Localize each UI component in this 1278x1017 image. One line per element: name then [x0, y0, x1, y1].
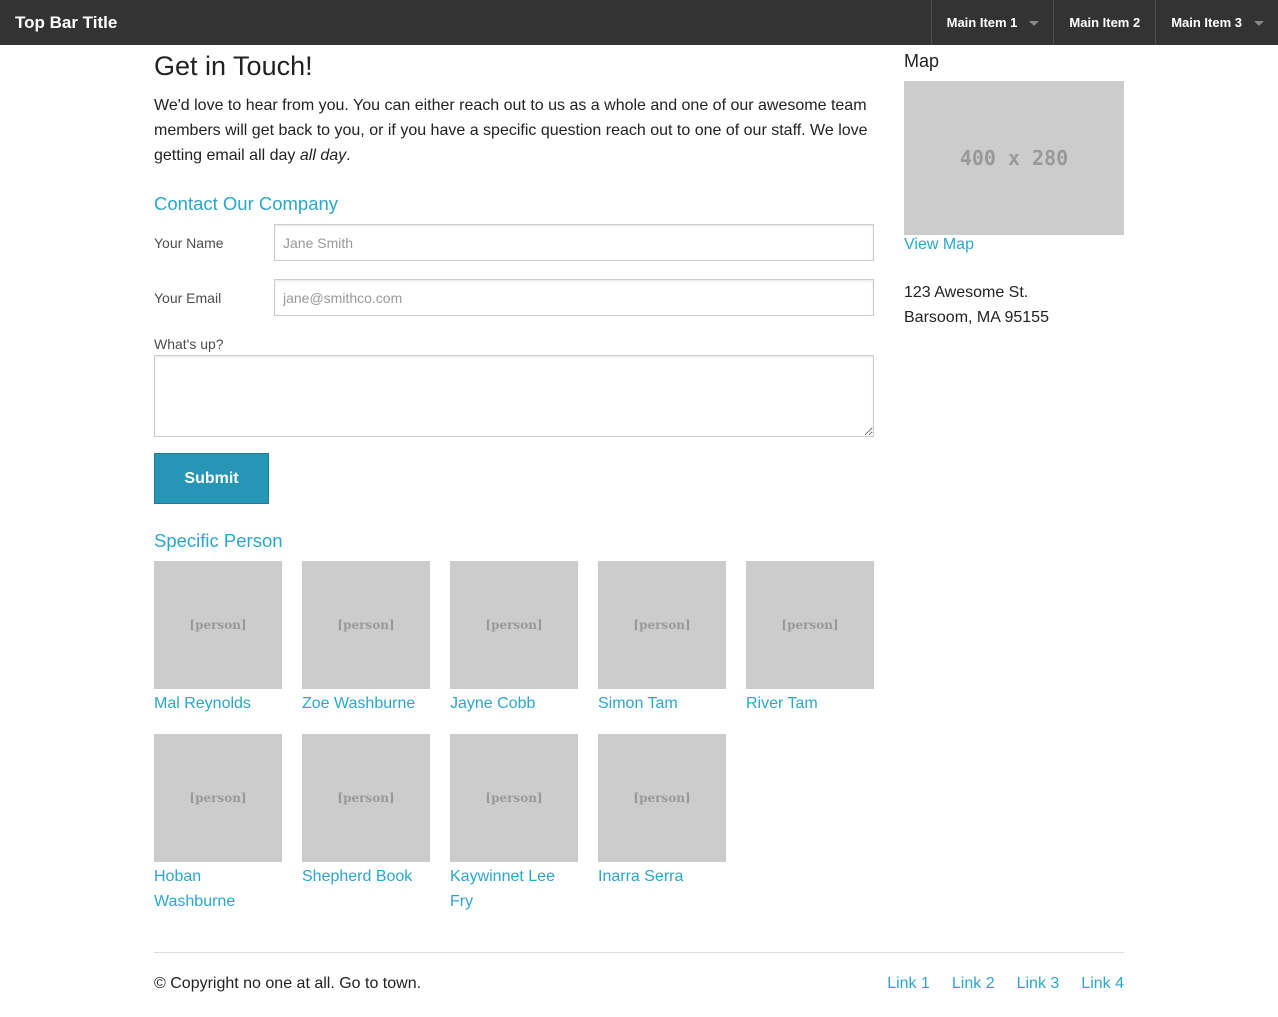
page-title: Get in Touch! [154, 51, 313, 81]
person-photo[interactable]: [person] [154, 734, 282, 862]
person-photo[interactable]: [person] [598, 734, 726, 862]
intro-text: We'd love to hear from you. You can eith… [154, 97, 868, 164]
chevron-down-icon [1254, 21, 1264, 26]
person-photo[interactable]: [person] [450, 561, 578, 689]
view-map-link[interactable]: View Map [904, 236, 974, 254]
footer-link-3[interactable]: Link 3 [1017, 975, 1060, 993]
message-label: What's up? [154, 336, 224, 352]
copyright-text: © Copyright no one at all. Go to town. [154, 975, 422, 992]
address: 123 Awesome St. Barsoom, MA 95155 [904, 280, 1049, 330]
person-link[interactable]: Jayne Cobb [450, 691, 578, 716]
top-bar: Top Bar Title Main Item 1 Main Item 2 Ma… [0, 0, 1278, 45]
person-link[interactable]: Kaywinnet Lee Fry [450, 864, 578, 914]
person-link[interactable]: Shepherd Book [302, 864, 430, 889]
person-photo[interactable]: [person] [746, 561, 874, 689]
footer-link-1[interactable]: Link 1 [887, 975, 930, 993]
chevron-down-icon [1029, 21, 1040, 26]
person-card: [person] Simon Tam [598, 561, 726, 716]
intro-emphasis: all day [299, 147, 347, 164]
address-line-2: Barsoom, MA 95155 [904, 309, 1049, 326]
person-link[interactable]: Mal Reynolds [154, 691, 282, 716]
person-photo[interactable]: [person] [450, 734, 578, 862]
menu-item-main-2[interactable]: Main Item 2 [1053, 0, 1155, 45]
email-input[interactable] [274, 279, 874, 316]
intro-end: . [346, 147, 351, 164]
person-photo[interactable]: [person] [598, 561, 726, 689]
map-image[interactable]: 400 x 280 [904, 81, 1124, 235]
footer-link-2[interactable]: Link 2 [952, 975, 995, 993]
person-card: [person] River Tam [746, 561, 874, 716]
menu-item-label: Main Item 2 [1069, 15, 1141, 30]
footer-links: Link 1 Link 2 Link 3 Link 4 [887, 975, 1124, 993]
name-input[interactable] [274, 224, 874, 261]
person-card: [person] Inarra Serra [598, 734, 726, 889]
menu-item-main-1[interactable]: Main Item 1 [930, 0, 1054, 45]
top-bar-menu: Main Item 1 Main Item 2 Main Item 3 [930, 0, 1278, 45]
person-link[interactable]: Inarra Serra [598, 864, 726, 889]
person-card: [person] Zoe Washburne [302, 561, 430, 716]
footer-link-4[interactable]: Link 4 [1081, 975, 1124, 993]
specific-person-heading: Specific Person [154, 530, 283, 551]
menu-item-main-3[interactable]: Main Item 3 [1155, 0, 1278, 45]
contact-company-heading: Contact Our Company [154, 193, 339, 214]
person-card: [person] Jayne Cobb [450, 561, 578, 716]
name-label: Your Name [154, 235, 224, 251]
person-card: [person] Kaywinnet Lee Fry [450, 734, 578, 914]
person-photo[interactable]: [person] [302, 561, 430, 689]
person-link[interactable]: Zoe Washburne [302, 691, 430, 716]
message-textarea[interactable] [154, 355, 874, 437]
person-card: [person] Mal Reynolds [154, 561, 282, 716]
person-link[interactable]: River Tam [746, 691, 874, 716]
footer-divider [154, 952, 1124, 953]
menu-item-label: Main Item 3 [1171, 15, 1242, 30]
person-photo[interactable]: [person] [302, 734, 430, 862]
person-link[interactable]: Hoban Washburne [154, 864, 282, 914]
menu-item-label: Main Item 1 [946, 15, 1018, 30]
address-line-1: 123 Awesome St. [904, 284, 1029, 301]
top-bar-title[interactable]: Top Bar Title [15, 0, 117, 45]
person-card: [person] Hoban Washburne [154, 734, 282, 914]
submit-button[interactable]: Submit [154, 453, 269, 504]
person-link[interactable]: Simon Tam [598, 691, 726, 716]
email-label: Your Email [154, 290, 222, 306]
person-card: [person] Shepherd Book [302, 734, 430, 889]
intro-paragraph: We'd love to hear from you. You can eith… [154, 93, 879, 168]
map-heading: Map [904, 51, 940, 71]
person-photo[interactable]: [person] [154, 561, 282, 689]
